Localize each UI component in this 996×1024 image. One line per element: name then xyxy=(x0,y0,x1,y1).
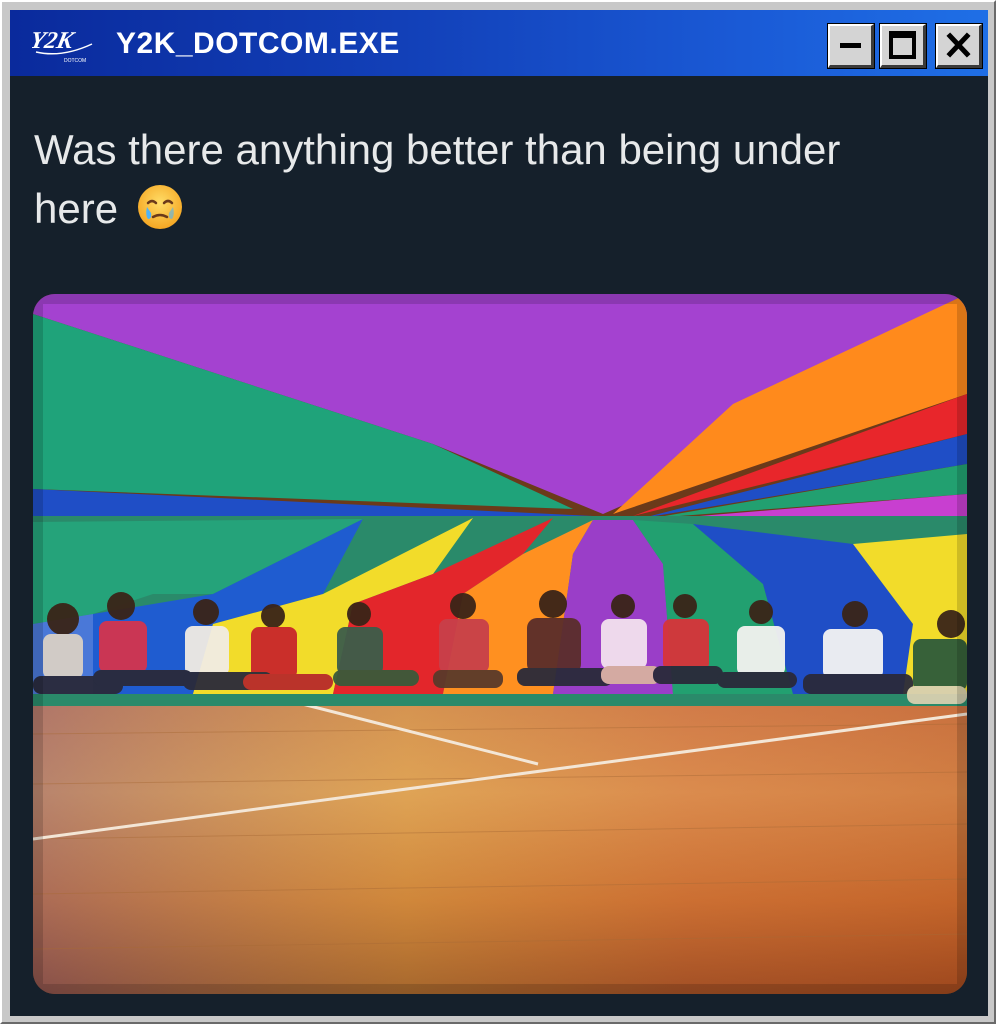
post-image[interactable] xyxy=(33,294,967,994)
photo-rainbow-parachute-icon xyxy=(33,294,967,994)
post-text-block: Was there anything better than being und… xyxy=(34,120,934,238)
app-window: Y2K DOTCOM Y2K_DOTCOM.EXE Was there anyt… xyxy=(0,0,996,1024)
logo-text: Y2K xyxy=(32,27,78,54)
title-bar[interactable]: Y2K DOTCOM Y2K_DOTCOM.EXE xyxy=(10,10,988,76)
close-button[interactable] xyxy=(935,23,983,69)
close-icon xyxy=(946,32,971,58)
face-holding-back-tears-icon xyxy=(137,185,182,229)
minimize-button[interactable] xyxy=(827,23,875,69)
y2k-logo: Y2K DOTCOM xyxy=(32,27,93,64)
post-content: Was there anything better than being und… xyxy=(10,76,988,1016)
minimize-icon xyxy=(840,43,861,48)
window-title: Y2K_DOTCOM.EXE xyxy=(116,27,400,60)
logo-subtext: DOTCOM xyxy=(64,58,86,64)
maximize-button[interactable] xyxy=(879,23,927,69)
maximize-icon xyxy=(889,31,916,59)
